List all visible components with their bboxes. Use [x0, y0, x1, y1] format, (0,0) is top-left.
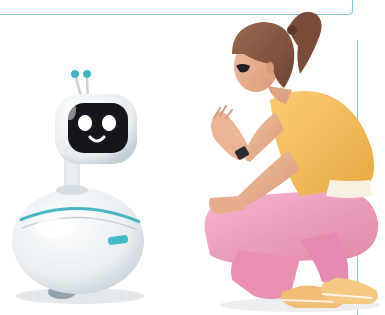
robot-eye-left	[78, 115, 92, 131]
robot-body	[12, 188, 144, 294]
woman	[204, 11, 380, 312]
robot-head	[55, 94, 137, 164]
robot-eye-right	[102, 115, 116, 131]
robot	[12, 70, 144, 304]
head	[232, 11, 322, 92]
robot-screen	[68, 103, 128, 153]
illustration	[12, 11, 380, 312]
